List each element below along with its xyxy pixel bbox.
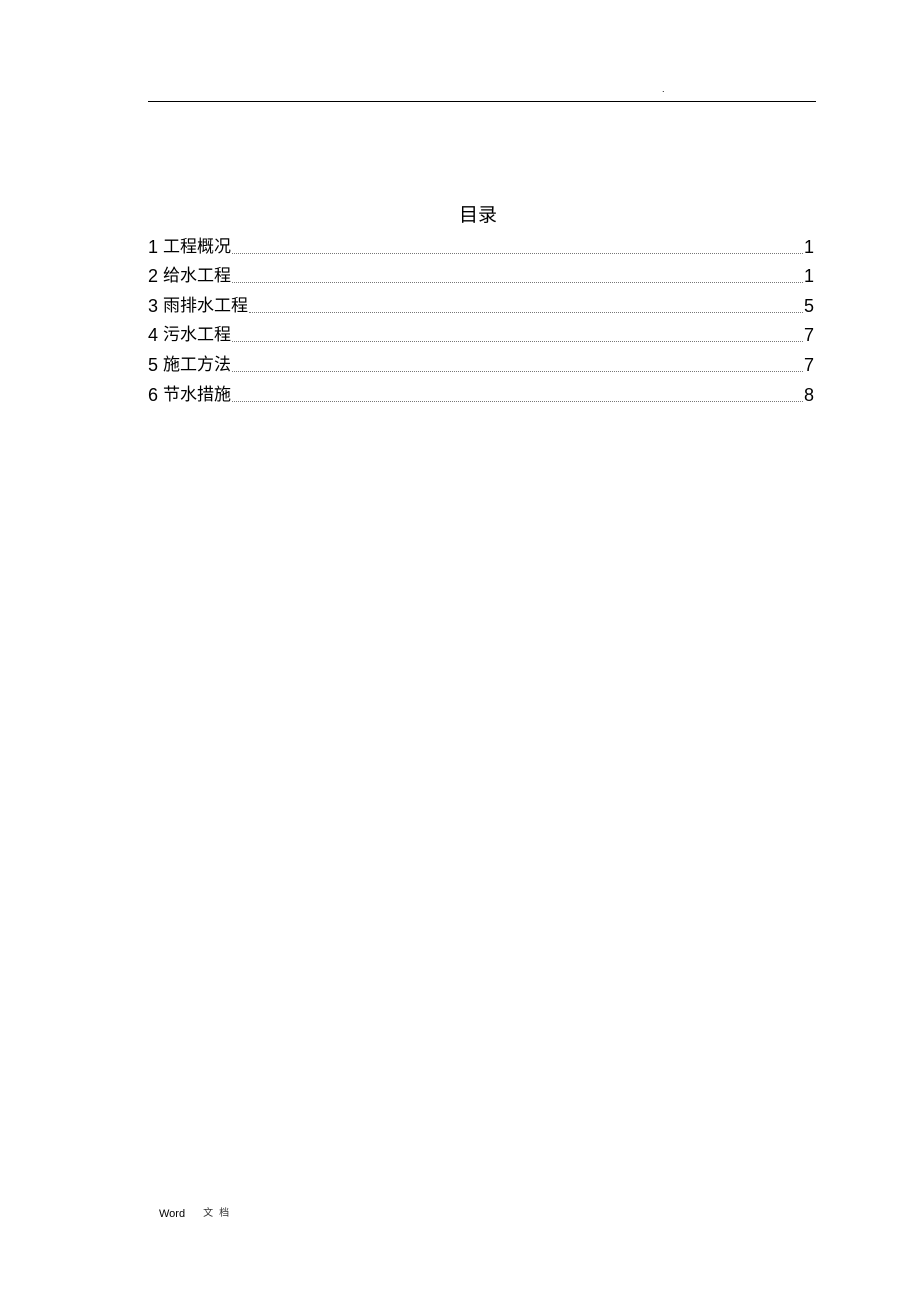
toc-entry-label: 雨排水工程 <box>163 295 249 316</box>
toc-entry[interactable]: 2 给水工程 1 <box>148 259 814 289</box>
toc-entry[interactable]: 5 施工方法 7 <box>148 347 814 377</box>
toc-entry-page: 5 <box>803 295 814 316</box>
toc-entry[interactable]: 4 污水工程 7 <box>148 318 814 348</box>
toc-entry-label: 工程概况 <box>163 236 232 257</box>
toc-entry-page: 7 <box>803 354 814 375</box>
toc-entry-label: 节水措施 <box>163 384 232 405</box>
table-of-contents: 1 工程概况 1 2 给水工程 1 3 雨排水工程 5 4 污水工程 7 5 施… <box>148 229 814 407</box>
toc-entry[interactable]: 3 雨排水工程 5 <box>148 288 814 318</box>
toc-entry[interactable]: 6 节水措施 8 <box>148 377 814 407</box>
toc-dot-leader <box>232 282 803 284</box>
footer-app-name: Word <box>159 1208 186 1220</box>
toc-entry-page: 7 <box>803 325 814 346</box>
toc-entry-number: 3 <box>148 295 159 316</box>
toc-dot-leader <box>232 341 803 343</box>
toc-title: 目录 <box>458 204 497 226</box>
toc-dot-leader <box>232 400 803 402</box>
toc-entry-label: 给水工程 <box>163 266 232 287</box>
toc-entry-number: 4 <box>148 325 159 346</box>
toc-entry-number: 2 <box>148 266 159 287</box>
footer-doc-label: 文档 <box>203 1208 236 1219</box>
toc-dot-leader <box>232 252 803 254</box>
toc-entry-page: 1 <box>803 236 814 257</box>
toc-entry-label: 施工方法 <box>163 354 232 375</box>
toc-entry-label: 污水工程 <box>163 325 232 346</box>
header-rule <box>148 101 816 102</box>
toc-dot-leader <box>232 370 803 372</box>
toc-entry-page: 1 <box>803 266 814 287</box>
toc-entry-number: 5 <box>148 354 159 375</box>
toc-dot-leader <box>249 311 803 313</box>
toc-entry-page: 8 <box>803 384 814 405</box>
header-mark: . <box>662 84 665 94</box>
page-footer: Word 文档 <box>159 1207 235 1221</box>
toc-entry-number: 6 <box>148 384 159 405</box>
toc-entry[interactable]: 1 工程概况 1 <box>148 229 814 259</box>
toc-entry-number: 1 <box>148 236 159 257</box>
